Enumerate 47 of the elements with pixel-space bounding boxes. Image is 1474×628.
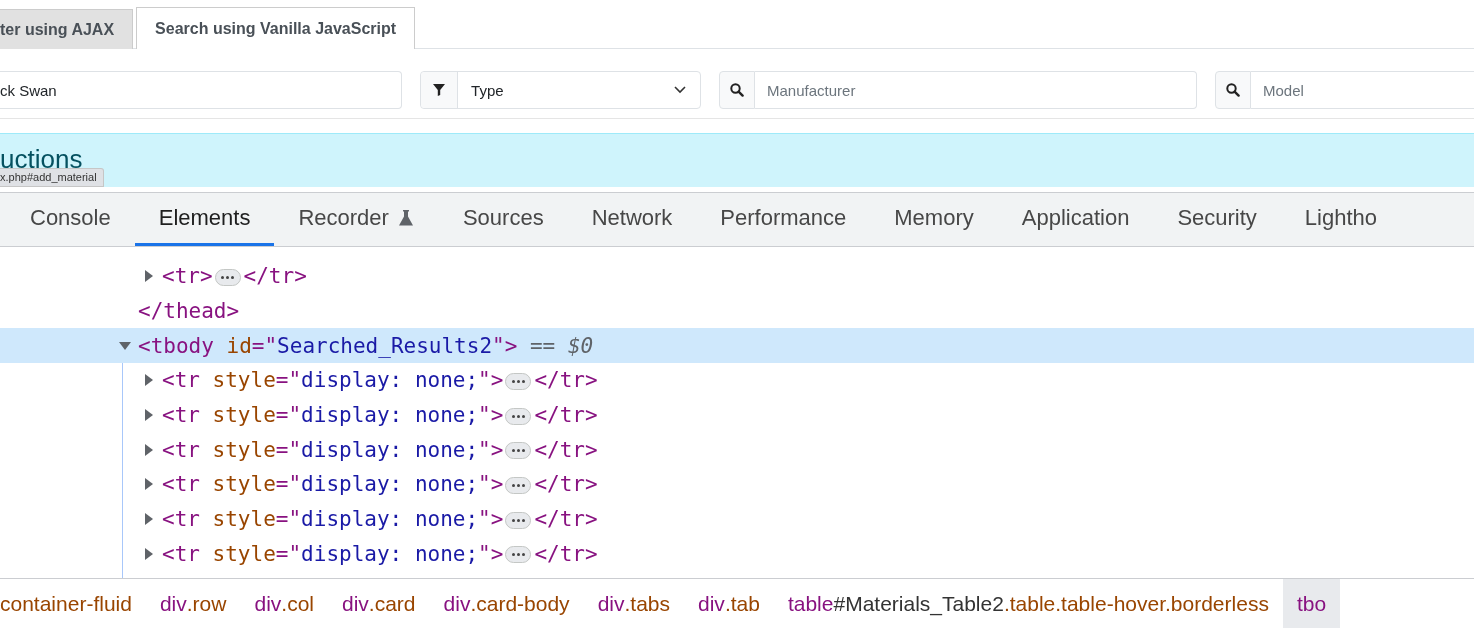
devtools-tab[interactable]: Console bbox=[0, 193, 135, 246]
ellipsis-button[interactable] bbox=[505, 476, 532, 494]
breadcrumb-item[interactable]: table#Materials_Table2.table.table-hover.borderless bbox=[773, 579, 1283, 628]
search-field[interactable]: Manufacturer bbox=[755, 71, 1197, 109]
devtools-tab[interactable]: Security bbox=[1153, 193, 1281, 246]
html-node[interactable]: <tr style="display: none;"> </tr> bbox=[162, 368, 598, 393]
ellipsis-button[interactable] bbox=[505, 407, 532, 425]
breadcrumb-item[interactable]: div.row bbox=[145, 579, 241, 628]
html-node[interactable]: <tr> </tr> bbox=[162, 264, 307, 289]
ellipsis-button[interactable] bbox=[505, 511, 532, 529]
devtools-tab[interactable]: Sources bbox=[438, 193, 568, 246]
html-node[interactable]: <tr style="display: none;"> </tr> bbox=[162, 403, 598, 428]
devtools-tab[interactable]: Recorder bbox=[274, 193, 439, 246]
devtools-tab[interactable]: Performance bbox=[696, 193, 871, 246]
link-tooltip: x.php#add_material bbox=[0, 168, 104, 187]
html-node[interactable]: <tr style="display: none;"> </tr> bbox=[162, 507, 598, 532]
devtools-tab[interactable]: Memory bbox=[870, 193, 998, 246]
breadcrumb-item[interactable]: div.tabs bbox=[583, 579, 684, 628]
chevron-down-icon bbox=[674, 86, 686, 94]
flask-icon bbox=[396, 209, 415, 227]
breadcrumb-item[interactable]: tbo bbox=[1282, 579, 1341, 628]
ellipsis-button[interactable] bbox=[214, 268, 241, 286]
devtools-tab[interactable]: Network bbox=[567, 193, 697, 246]
breadcrumb-item[interactable]: div.card bbox=[328, 579, 430, 628]
search-icon bbox=[730, 83, 744, 97]
html-node[interactable]: <tr style="display: none;"> </tr> bbox=[162, 541, 598, 566]
breadcrumb-item[interactable]: div.col bbox=[240, 579, 328, 628]
ellipsis-button[interactable] bbox=[505, 546, 532, 564]
page-tab[interactable]: Search using Vanilla JavaScript bbox=[136, 7, 416, 49]
html-node[interactable]: <tr style="display: none;"> </tr> bbox=[162, 472, 598, 497]
filter-icon bbox=[433, 84, 446, 96]
search-icon bbox=[1226, 83, 1240, 97]
text-input[interactable]: ck Swan bbox=[0, 71, 403, 109]
devtools-tab[interactable]: Lightho bbox=[1280, 193, 1402, 246]
ellipsis-button[interactable] bbox=[505, 372, 532, 390]
devtools-tab[interactable]: Elements bbox=[134, 193, 275, 246]
ellipsis-button[interactable] bbox=[505, 442, 532, 460]
breadcrumb-item[interactable]: container-fluid bbox=[0, 579, 146, 628]
devtools-tab[interactable]: Application bbox=[997, 193, 1154, 246]
type-select[interactable]: Type bbox=[420, 71, 701, 109]
html-node[interactable]: <tr style="display: none;"> </tr> bbox=[162, 437, 598, 462]
page-tab[interactable]: ter using AJAX bbox=[0, 9, 134, 49]
select-value: Type bbox=[470, 81, 505, 99]
search-field[interactable]: Model bbox=[1251, 71, 1474, 109]
breadcrumb-item[interactable]: div.tab bbox=[684, 579, 774, 628]
html-node[interactable]: </thead> bbox=[138, 299, 240, 324]
breadcrumb-item[interactable]: div.card-body bbox=[429, 579, 584, 628]
